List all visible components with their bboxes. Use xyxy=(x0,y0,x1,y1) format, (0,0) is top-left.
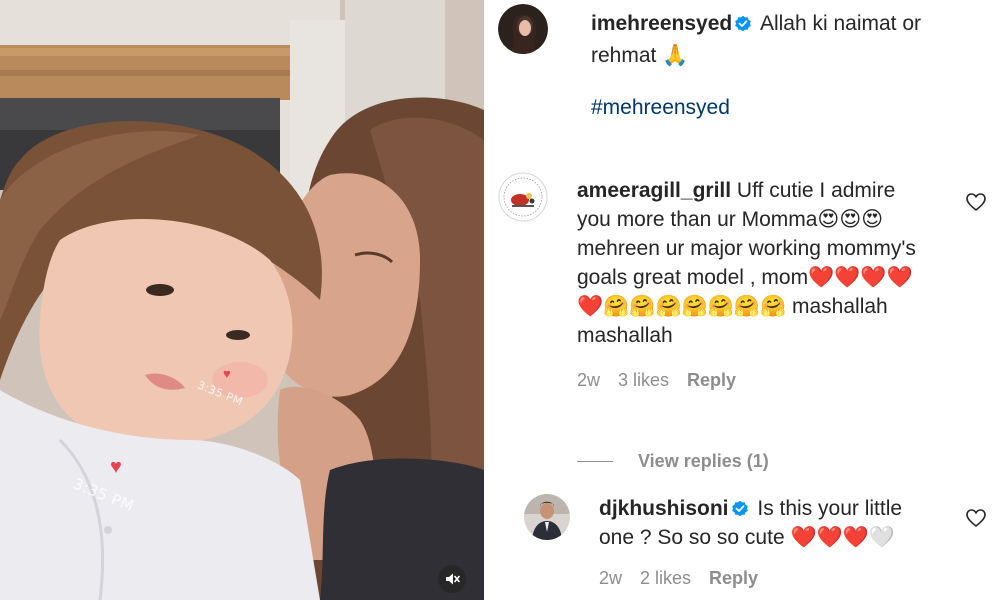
heart-sticker: ♥ xyxy=(223,366,231,381)
comment-username[interactable]: ameeragill_grill xyxy=(577,179,731,202)
post-photo xyxy=(0,0,484,600)
comment-meta: 2w 2 likes Reply xyxy=(599,568,758,589)
caption-text: imehreensyed Allah ki naimat or rehmat 🙏 xyxy=(591,8,971,72)
verified-badge-icon xyxy=(735,15,752,32)
comment-username[interactable]: djkhushisoni xyxy=(599,497,729,520)
speaker-muted-icon xyxy=(446,573,460,585)
comment-age[interactable]: 2w xyxy=(599,568,622,589)
divider-line xyxy=(577,461,613,462)
heart-outline-icon[interactable] xyxy=(964,506,988,530)
comment-meta: 2w 3 likes Reply xyxy=(577,370,736,391)
comment-text: ameeragill_grill Uff cutie I admire you … xyxy=(577,176,927,350)
hashtag-link[interactable]: #mehreensyed xyxy=(591,96,730,120)
view-replies-label: View replies (1) xyxy=(638,451,769,471)
avatar[interactable] xyxy=(498,4,548,54)
verified-badge-icon xyxy=(731,500,748,517)
avatar[interactable] xyxy=(524,494,570,540)
comment-body: Uff cutie I admire you more than ur Momm… xyxy=(577,179,916,347)
caption-username[interactable]: imehreensyed xyxy=(591,12,732,35)
comment-age[interactable]: 2w xyxy=(577,370,600,391)
mute-button[interactable] xyxy=(438,565,466,593)
post-media[interactable]: ♥ 3:35 PM ♥ 3:35 PM xyxy=(0,0,484,600)
avatar[interactable] xyxy=(498,172,548,222)
heart-outline-icon[interactable] xyxy=(964,190,988,214)
reply-button[interactable]: Reply xyxy=(687,370,736,391)
comments-panel: imehreensyed Allah ki naimat or rehmat 🙏… xyxy=(484,0,1000,600)
view-replies-button[interactable]: View replies (1) xyxy=(577,451,769,472)
comment-text: djkhushisoni Is this your little one ? S… xyxy=(599,494,909,552)
comment-likes[interactable]: 3 likes xyxy=(618,370,669,391)
comment-likes[interactable]: 2 likes xyxy=(640,568,691,589)
heart-sticker: ♥ xyxy=(110,456,122,478)
reply-button[interactable]: Reply xyxy=(709,568,758,589)
